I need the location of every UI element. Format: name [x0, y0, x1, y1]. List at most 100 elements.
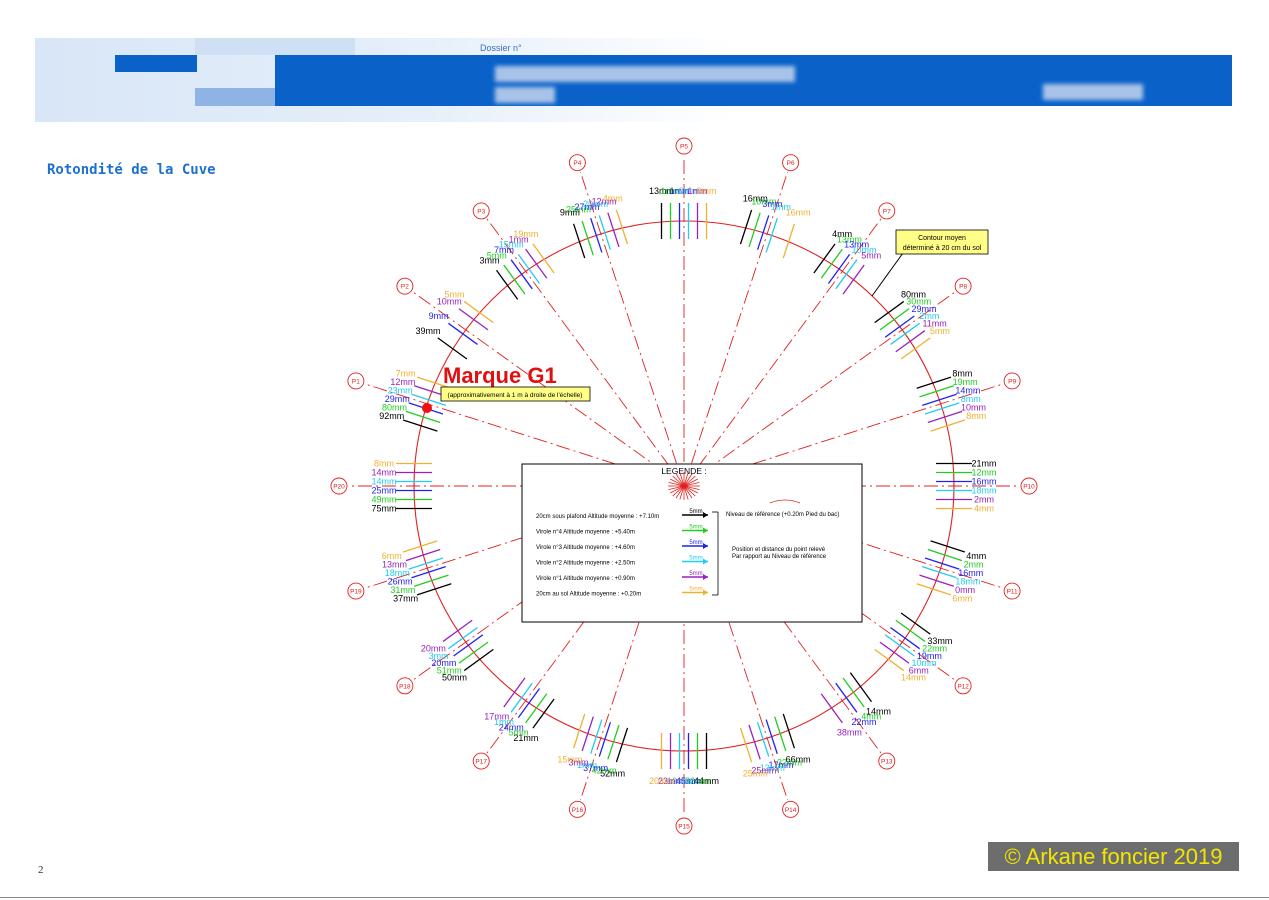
measurement-arrow [581, 220, 594, 256]
measurement-arrow [900, 337, 931, 360]
point-id-p18: P18 [399, 683, 411, 690]
measurement-value: 22mm [851, 717, 876, 727]
legend-level-label: Virole n°1 Altitude moyenne : +0.90m [536, 576, 635, 582]
measurement-arrow [437, 337, 468, 360]
measurement-arrow [895, 330, 926, 353]
measurement-arrow [503, 677, 526, 708]
legend-level-label: Virole n°4 Altitude moyenne : +5.40m [536, 530, 635, 536]
measurement-arrow [900, 612, 931, 635]
legend-level-sample: 5mm [689, 540, 702, 546]
measurement-arrow [581, 716, 594, 752]
measurement-arrow [842, 677, 865, 708]
measurement-arrow [874, 300, 905, 324]
measurement-arrow [842, 264, 865, 295]
point-id-p14: P14 [785, 807, 797, 814]
measurement-value: 8mm [966, 411, 986, 421]
legend-level-sample: 5mm [689, 587, 702, 593]
legend-level-label: Virole n°3 Altitude moyenne : +4.60m [536, 545, 635, 551]
measurement-arrow [532, 698, 555, 729]
measurement-arrow [820, 693, 843, 724]
measurement-arrow [572, 223, 586, 259]
measurement-arrow [765, 719, 778, 754]
point-id-p3: P3 [477, 208, 485, 215]
measurement-arrow [572, 713, 586, 749]
ray-p8 [683, 291, 956, 487]
measurement-arrow [411, 565, 446, 579]
page-bottom-rule [0, 897, 1269, 898]
center-starburst [668, 472, 700, 500]
measurement-arrow [458, 641, 489, 664]
measurement-arrow [884, 634, 915, 657]
measurement-value: 5mm [861, 250, 881, 260]
legend-position-note-1: Position et distance du point relevé [732, 547, 826, 553]
measurement-value: 14mm [901, 673, 926, 683]
measurement-arrow [525, 248, 548, 279]
point-id-p5: P5 [680, 144, 688, 151]
measurement-value: 92mm [379, 411, 404, 421]
point-id-p7: P7 [883, 208, 891, 215]
marque-label: Marque G1 [443, 363, 557, 388]
ray-p3 [486, 218, 685, 487]
measurement-arrow [756, 215, 770, 250]
point-id-p20: P20 [333, 484, 345, 491]
contour-note-line1: Contour moyen [918, 235, 966, 242]
measurement-arrow [922, 393, 957, 407]
measurement-arrow [895, 619, 926, 642]
measurement-arrow [517, 254, 541, 284]
measurement-value: 49mm [371, 495, 396, 505]
measurement-value: 29mm [385, 394, 410, 404]
legend-level-sample: 5mm [689, 556, 702, 562]
marque-note: (approximativement à 1 m à droite de l'é… [448, 392, 583, 399]
measurement-arrow [463, 300, 494, 324]
roundness-diagram: P192mm80mm29mm23mm12mm7mmP239mm9mm10mm5m… [330, 137, 1038, 835]
measurement-arrow [820, 248, 843, 279]
measurement-value: 6mm [952, 594, 972, 604]
measurement-value: 4mm [603, 193, 623, 203]
measurement-value: 23mm [388, 386, 413, 396]
measurement-value: 31mm [390, 585, 415, 595]
legend-level-sample: 5mm [689, 571, 702, 577]
measurement-value: 80mm [382, 403, 407, 413]
measurement-value: 9mm [429, 311, 449, 321]
contour-note-line2: déterminé à 20 cm du sol [903, 245, 982, 252]
ray-p6 [683, 172, 788, 487]
measurement-value: 15mm [557, 755, 582, 765]
measurement-value: 37mm [393, 594, 418, 604]
measurement-value: 5mm [445, 289, 465, 299]
point-id-p17: P17 [475, 759, 487, 766]
measurement-arrow [405, 548, 441, 562]
measurement-arrow [607, 212, 620, 248]
measurement-arrow [532, 243, 555, 274]
legend-position-note-2: Par rapport au Niveau de référence [732, 554, 827, 560]
measurement-arrow [813, 243, 836, 274]
measurement-value: 6mm [382, 551, 402, 561]
measurement-arrow [924, 402, 960, 415]
point-id-p1: P1 [352, 378, 360, 385]
measurement-arrow [782, 713, 796, 749]
measurement-value: 25mm [743, 769, 768, 779]
measurement-arrow [590, 218, 603, 253]
measurement-arrow [835, 682, 858, 713]
measurement-arrow [874, 648, 905, 672]
measurement-arrow [590, 719, 603, 754]
measurement-arrow [774, 716, 787, 752]
point-id-p4: P4 [573, 160, 581, 167]
copyright-notice: © Arkane foncier 2019 [988, 842, 1239, 871]
measurement-arrow [782, 223, 796, 259]
measurement-value: 4mm [974, 504, 994, 514]
point-id-p16: P16 [572, 807, 584, 814]
measurement-arrow [453, 634, 484, 657]
measurement-value: 8mm [374, 459, 394, 469]
measurement-arrow [922, 565, 957, 579]
measurement-arrow [463, 648, 494, 672]
measurement-value: 25mm [371, 486, 396, 496]
measurement-arrow [414, 574, 449, 587]
measurement-arrow [919, 574, 954, 587]
page-number: 2 [38, 864, 44, 876]
point-id-p8: P8 [959, 284, 967, 291]
measurement-arrow [447, 322, 478, 345]
measurement-arrow [919, 385, 954, 398]
measurement-arrow [495, 269, 519, 300]
measurement-arrow [835, 259, 858, 290]
measurement-value: 39mm [416, 326, 441, 336]
